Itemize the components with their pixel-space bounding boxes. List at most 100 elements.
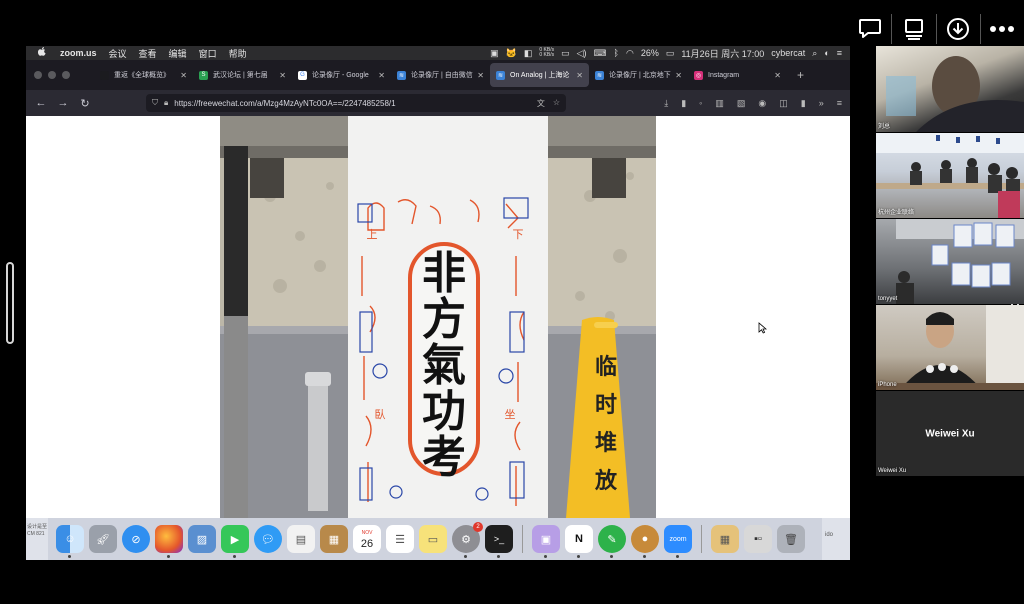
reminders-icon[interactable]: ☰	[386, 525, 414, 553]
spotlight-search-icon[interactable]: ⌕	[812, 48, 817, 59]
participant-name: 刘总	[878, 124, 891, 130]
acorn-icon[interactable]: ●	[631, 525, 659, 558]
banner-title: 非方氣功考	[422, 248, 466, 483]
launchpad-icon[interactable]: 🚀︎	[89, 525, 117, 553]
browser-tab[interactable]: G 论录像厅 - Google ✕	[292, 63, 391, 87]
trash-icon[interactable]: 🗑︎	[777, 525, 805, 553]
share-screen-icon[interactable]	[892, 10, 935, 48]
more-dots-icon[interactable]	[981, 10, 1024, 48]
cat-icon[interactable]: 🐱	[506, 48, 517, 59]
peek-label: ido	[825, 532, 834, 538]
messages-icon[interactable]: 💬︎	[254, 525, 282, 553]
evernote-icon[interactable]: ✎	[598, 525, 626, 558]
participant-tile[interactable]: Weiwei Xu Weiwei Xu	[876, 391, 1024, 476]
safari-icon[interactable]: ⊘	[122, 525, 150, 553]
zoom-status-icon[interactable]: ▣	[490, 48, 499, 59]
left-panel-handle[interactable]	[6, 262, 14, 344]
back-button[interactable]: ←	[30, 97, 52, 109]
bluetooth-icon[interactable]: ᛒ	[614, 48, 619, 58]
participant-name: Weiwei Xu	[878, 468, 907, 474]
chat-bubble-icon[interactable]	[848, 10, 891, 48]
system-preferences-icon[interactable]: ⚙ 2	[452, 522, 483, 558]
firefox-icon[interactable]	[155, 525, 183, 558]
display-icon[interactable]: ▭	[561, 48, 570, 59]
minimize-window-button[interactable]	[48, 71, 56, 79]
facetime-icon[interactable]: ▶	[221, 525, 249, 558]
finder-icon[interactable]: ☺	[56, 525, 84, 558]
url-text[interactable]: https://freewechat.com/a/Mzg4MzAyNTc0OA=…	[174, 99, 395, 108]
notification-center-icon[interactable]: ≡	[837, 48, 842, 58]
preview-icon[interactable]: ▨	[188, 525, 216, 553]
control-center-icon[interactable]: ◐	[824, 48, 829, 58]
downloads-icon[interactable]: ⤓	[664, 98, 668, 109]
username[interactable]: cybercat	[771, 48, 805, 58]
notebook-icon[interactable]: ▦	[320, 525, 348, 553]
camera-icon[interactable]: ◧	[524, 48, 533, 59]
terminal-icon[interactable]: >_	[485, 525, 513, 558]
menu-edit[interactable]: 编辑	[169, 47, 187, 60]
close-tab-icon[interactable]: ✕	[279, 71, 286, 80]
browser-tab[interactable]: S 武汉论坛 | 第七届 ✕	[193, 63, 292, 87]
screenshot-stack-icon[interactable]: ▪▫	[744, 525, 772, 553]
close-window-button[interactable]	[34, 71, 42, 79]
url-bar[interactable]: ⛉ 🔒︎ https://freewechat.com/a/Mzg4MzAyNT…	[146, 94, 566, 112]
overflow-chevron-icon[interactable]: »	[819, 98, 824, 108]
menu-help[interactable]: 帮助	[229, 47, 247, 60]
browser-tab[interactable]: 重返《全球概览》 ✕	[94, 63, 193, 87]
extension-icon[interactable]: ▮	[801, 98, 806, 109]
participant-display-name: Weiwei Xu	[925, 428, 975, 439]
browser-tab[interactable]: ≋ 论录像厅 | 自由微信 ✕	[391, 63, 490, 87]
download-circle-icon[interactable]	[937, 10, 980, 48]
wifi-icon[interactable]: ◠	[626, 48, 634, 59]
volume-icon[interactable]: ◁)	[577, 48, 587, 59]
reload-button[interactable]: ↻	[74, 97, 96, 110]
notion-icon[interactable]: N	[565, 525, 593, 558]
close-tab-icon[interactable]: ✕	[576, 71, 583, 80]
close-tab-icon[interactable]: ✕	[774, 71, 781, 80]
extension-icon[interactable]: ▥	[715, 98, 724, 109]
textedit-icon[interactable]: ▤	[287, 525, 315, 553]
menu-view[interactable]: 查看	[139, 47, 157, 60]
battery-icon[interactable]: ▭	[666, 48, 675, 59]
cone-char: 堆	[595, 430, 617, 456]
participant-tile[interactable]: tonyyet	[876, 219, 1024, 304]
menu-hamburger-icon[interactable]: ≡	[837, 98, 842, 108]
menu-window[interactable]: 窗口	[199, 47, 217, 60]
calendar-icon[interactable]: NOV 26	[353, 525, 381, 553]
shield-icon[interactable]: ⛉	[152, 98, 158, 108]
extension-icon[interactable]: ◫	[779, 98, 788, 109]
apple-icon[interactable]	[37, 47, 54, 59]
keyboard-icon[interactable]: ⌨	[594, 48, 607, 59]
extension-icon[interactable]: ▮	[681, 98, 686, 109]
translate-icon[interactable]: 文	[537, 98, 545, 109]
close-tab-icon[interactable]: ✕	[180, 71, 187, 80]
clock[interactable]: 11月26日 周六 17:00	[681, 47, 764, 60]
browser-tab[interactable]: ≋ 论录像厅 | 北京地下 ✕	[589, 63, 688, 87]
participant-tile[interactable]: 杭州企业联络	[876, 133, 1024, 218]
network-speed: 0 KB/s 0 KB/s	[539, 48, 554, 58]
zoom-app-icon[interactable]: zoom	[664, 525, 692, 558]
archive-utility-icon[interactable]: ▦	[711, 525, 739, 553]
close-tab-icon[interactable]: ✕	[675, 71, 682, 80]
extension-icon[interactable]: ◦	[699, 98, 702, 108]
close-tab-icon[interactable]: ✕	[378, 71, 385, 80]
forward-button[interactable]: →	[52, 97, 74, 109]
bookmark-star-icon[interactable]: ☆	[553, 98, 560, 109]
zoom-window-button[interactable]	[62, 71, 70, 79]
tab-label: 武汉论坛 | 第七届	[213, 72, 268, 79]
extension-icon[interactable]: ▧	[737, 98, 746, 109]
menu-meeting[interactable]: 会议	[109, 47, 127, 60]
menu-app-name[interactable]: zoom.us	[60, 48, 97, 58]
lock-icon[interactable]: 🔒︎	[164, 98, 168, 108]
browser-tab[interactable]: ≋ On Analog | 上海论 ✕	[490, 63, 589, 87]
extension-icon[interactable]: ◉	[758, 98, 766, 109]
tab-list: 重返《全球概览》 ✕ S 武汉论坛 | 第七届 ✕ G 论录像厅 - Google ✕ ≋ 论录像…	[94, 63, 787, 87]
participant-tile[interactable]: iPhone	[876, 305, 1024, 390]
stickies-icon[interactable]: ▭	[419, 525, 447, 553]
participant-tile[interactable]: 刘总	[876, 46, 1024, 132]
close-tab-icon[interactable]: ✕	[477, 71, 484, 80]
banner-small-label: 下	[513, 228, 524, 241]
new-tab-button[interactable]: +	[797, 68, 804, 82]
simulator-icon[interactable]: ▣	[532, 525, 560, 558]
browser-tab[interactable]: ◎ Instagram ✕	[688, 63, 787, 87]
